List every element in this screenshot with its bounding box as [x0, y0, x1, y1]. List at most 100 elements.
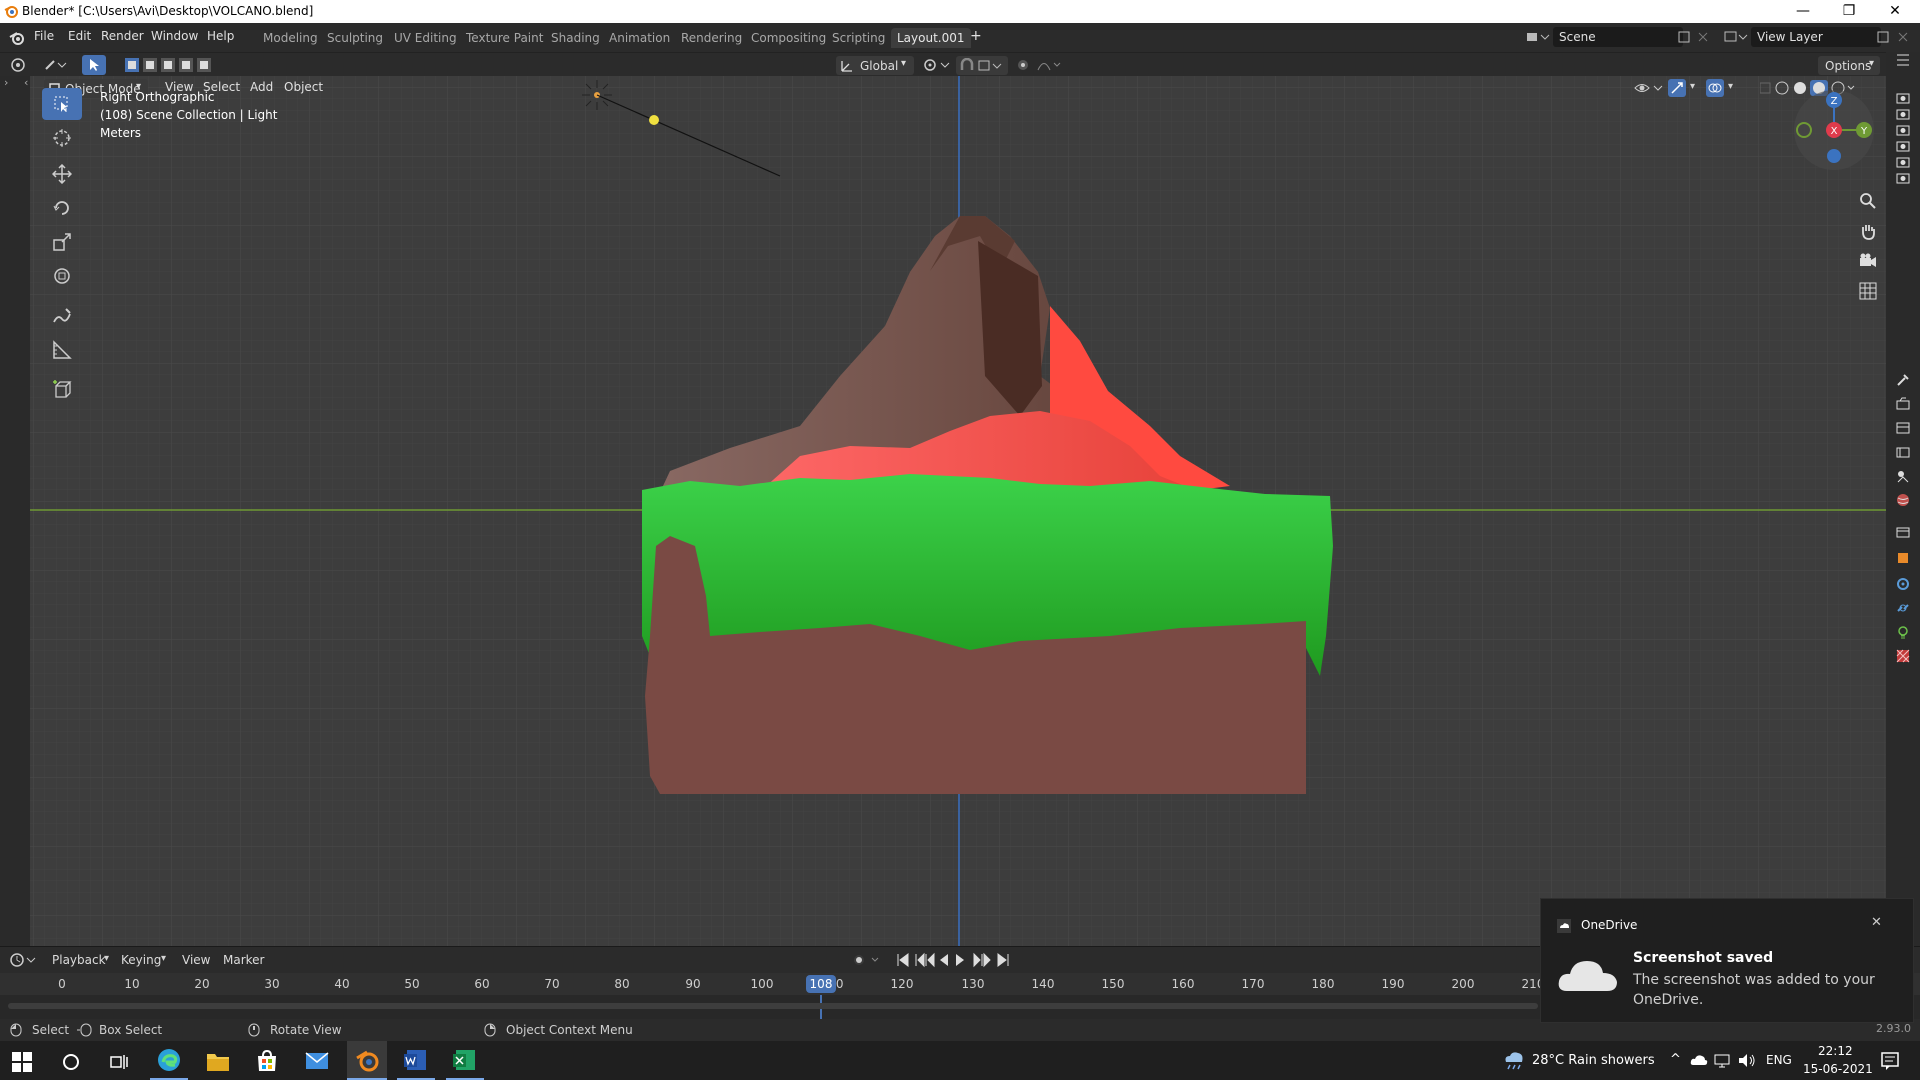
overlays-toggle[interactable]	[1706, 79, 1724, 97]
camera-icon[interactable]	[1895, 170, 1911, 186]
ortho-grid-icon[interactable]	[1859, 282, 1877, 300]
menu-file[interactable]: File	[34, 29, 54, 43]
camera-icon[interactable]	[1895, 138, 1911, 154]
menu-help[interactable]: Help	[207, 29, 234, 43]
visibility-eye-icon[interactable]	[1634, 80, 1664, 96]
pan-hand-icon[interactable]	[1859, 222, 1877, 240]
view-layer-icon[interactable]	[1723, 29, 1749, 45]
tab-animation[interactable]: Animation	[603, 28, 676, 48]
weather-rain-icon[interactable]	[1502, 1050, 1526, 1072]
menu-render[interactable]: Render	[101, 29, 144, 43]
scene-tab-icon[interactable]	[1895, 468, 1911, 484]
object-tab-icon[interactable]	[1895, 550, 1911, 566]
texture-tab-icon[interactable]	[1895, 648, 1911, 664]
onedrive-tray-icon[interactable]	[1690, 1054, 1708, 1066]
tab-shading[interactable]: Shading	[545, 28, 606, 48]
menu-edit[interactable]: Edit	[68, 29, 91, 43]
constraints-tab-icon[interactable]	[1895, 600, 1911, 616]
clock-date[interactable]: 15-06-2021	[1803, 1062, 1873, 1076]
excel-taskbar-item[interactable]	[446, 1041, 484, 1080]
scale-tool[interactable]	[42, 226, 82, 258]
proportional-editing-icon[interactable]	[1016, 57, 1062, 73]
timeline-menu-keying[interactable]: Keying	[121, 953, 161, 967]
options-dropdown[interactable]: Options ▾	[1818, 56, 1880, 75]
add-workspace-button[interactable]: +	[970, 28, 982, 44]
navigation-gizmo[interactable]: Z X Y	[1790, 86, 1878, 174]
file-explorer-icon[interactable]	[206, 1050, 230, 1072]
select-tool-button[interactable]	[82, 55, 106, 75]
view-layer-field[interactable]: View Layer	[1751, 27, 1881, 47]
output-tab-icon[interactable]	[1895, 420, 1911, 436]
zoom-magnifier-icon[interactable]	[1859, 192, 1877, 210]
delete-view-layer-icon[interactable]	[1896, 30, 1910, 44]
viewport-menu-object[interactable]: Object	[284, 80, 323, 94]
word-taskbar-item[interactable]	[397, 1041, 435, 1080]
scene-selector-icon[interactable]	[1525, 29, 1551, 45]
3d-viewport[interactable]: Object Mode ▾ View Select Add Object ▾ ▾	[30, 76, 1886, 946]
outliner-filter-icon[interactable]	[1895, 52, 1911, 68]
timeline-menu-marker[interactable]: Marker	[223, 953, 264, 967]
timeline-menu-view[interactable]: View	[182, 953, 210, 967]
camera-icon[interactable]	[1895, 106, 1911, 122]
tray-overflow-icon[interactable]: ^	[1670, 1052, 1681, 1067]
timeline-scrollbar[interactable]	[8, 1003, 1538, 1009]
toast-close-button[interactable]: ✕	[1871, 915, 1882, 930]
notifications-icon[interactable]	[1880, 1051, 1900, 1071]
object-data-light-icon[interactable]	[1895, 624, 1911, 640]
minimize-button[interactable]: —	[1780, 0, 1826, 23]
tab-sculpting[interactable]: Sculpting	[321, 28, 389, 48]
chevron-down-icon[interactable]: ▾	[1728, 81, 1733, 92]
transform-tool[interactable]	[42, 260, 82, 292]
onedrive-notification[interactable]: OneDrive ✕ Screenshot saved The screensh…	[1540, 898, 1914, 1023]
timeline-menu-playback[interactable]: Playback	[52, 953, 106, 967]
world-tab-icon[interactable]	[1895, 492, 1911, 508]
language-indicator[interactable]: ENG	[1766, 1053, 1792, 1067]
tool-settings-tab-icon[interactable]	[1895, 372, 1911, 388]
current-frame-indicator[interactable]: 108	[806, 975, 836, 993]
render-tab-icon[interactable]	[1895, 396, 1911, 412]
close-window-button[interactable]: ✕	[1872, 0, 1918, 23]
timeline-editor-type-icon[interactable]	[10, 952, 36, 968]
blender-menu-icon[interactable]	[9, 30, 25, 46]
collapse-arrow-icon[interactable]: ‹	[24, 76, 28, 89]
playback-controls[interactable]	[896, 952, 1016, 968]
microsoft-store-icon[interactable]	[255, 1049, 279, 1073]
volume-icon[interactable]	[1738, 1053, 1756, 1068]
camera-icon[interactable]	[1895, 154, 1911, 170]
annotate-tool[interactable]	[42, 300, 82, 332]
tab-compositing[interactable]: Compositing	[745, 28, 832, 48]
chevron-down-icon[interactable]: ▾	[1690, 81, 1695, 92]
clock-time[interactable]: 22:12	[1818, 1044, 1853, 1058]
gizmo-toggle[interactable]	[1668, 79, 1686, 97]
region-toggle-icon[interactable]: ›	[4, 76, 8, 89]
new-view-layer-icon[interactable]	[1876, 30, 1890, 44]
edge-taskbar-item[interactable]	[150, 1041, 188, 1080]
select-box-tool[interactable]	[42, 88, 82, 120]
pivot-point-icon[interactable]	[922, 57, 952, 73]
tab-texture-paint[interactable]: Texture Paint	[460, 28, 549, 48]
tab-modeling[interactable]: Modeling	[257, 28, 324, 48]
scene-field[interactable]: Scene	[1553, 27, 1683, 47]
selection-mode-icons[interactable]	[124, 57, 214, 73]
delete-scene-icon[interactable]	[1696, 30, 1710, 44]
windows-start-icon[interactable]	[12, 1052, 32, 1072]
move-tool[interactable]	[42, 158, 82, 190]
add-cube-tool[interactable]	[42, 374, 82, 406]
physics-tab-icon[interactable]	[1895, 576, 1911, 592]
collection-tab-icon[interactable]	[1895, 524, 1911, 540]
mail-icon[interactable]	[305, 1051, 329, 1071]
tab-rendering[interactable]: Rendering	[675, 28, 748, 48]
tab-scripting[interactable]: Scripting	[826, 28, 891, 48]
rotate-tool[interactable]	[42, 192, 82, 224]
network-icon[interactable]	[1714, 1053, 1732, 1068]
tool-settings-icon[interactable]	[44, 57, 68, 73]
new-scene-icon[interactable]	[1677, 30, 1691, 44]
blender-taskbar-item[interactable]	[347, 1041, 387, 1080]
editor-type-icon[interactable]	[10, 57, 26, 73]
task-view-icon[interactable]	[109, 1052, 129, 1072]
search-icon[interactable]	[61, 1052, 81, 1072]
snapping-toggle[interactable]	[956, 56, 1008, 75]
record-keyframe-icon[interactable]	[852, 953, 882, 967]
measure-tool[interactable]	[42, 334, 82, 366]
viewport-menu-add[interactable]: Add	[250, 80, 273, 94]
